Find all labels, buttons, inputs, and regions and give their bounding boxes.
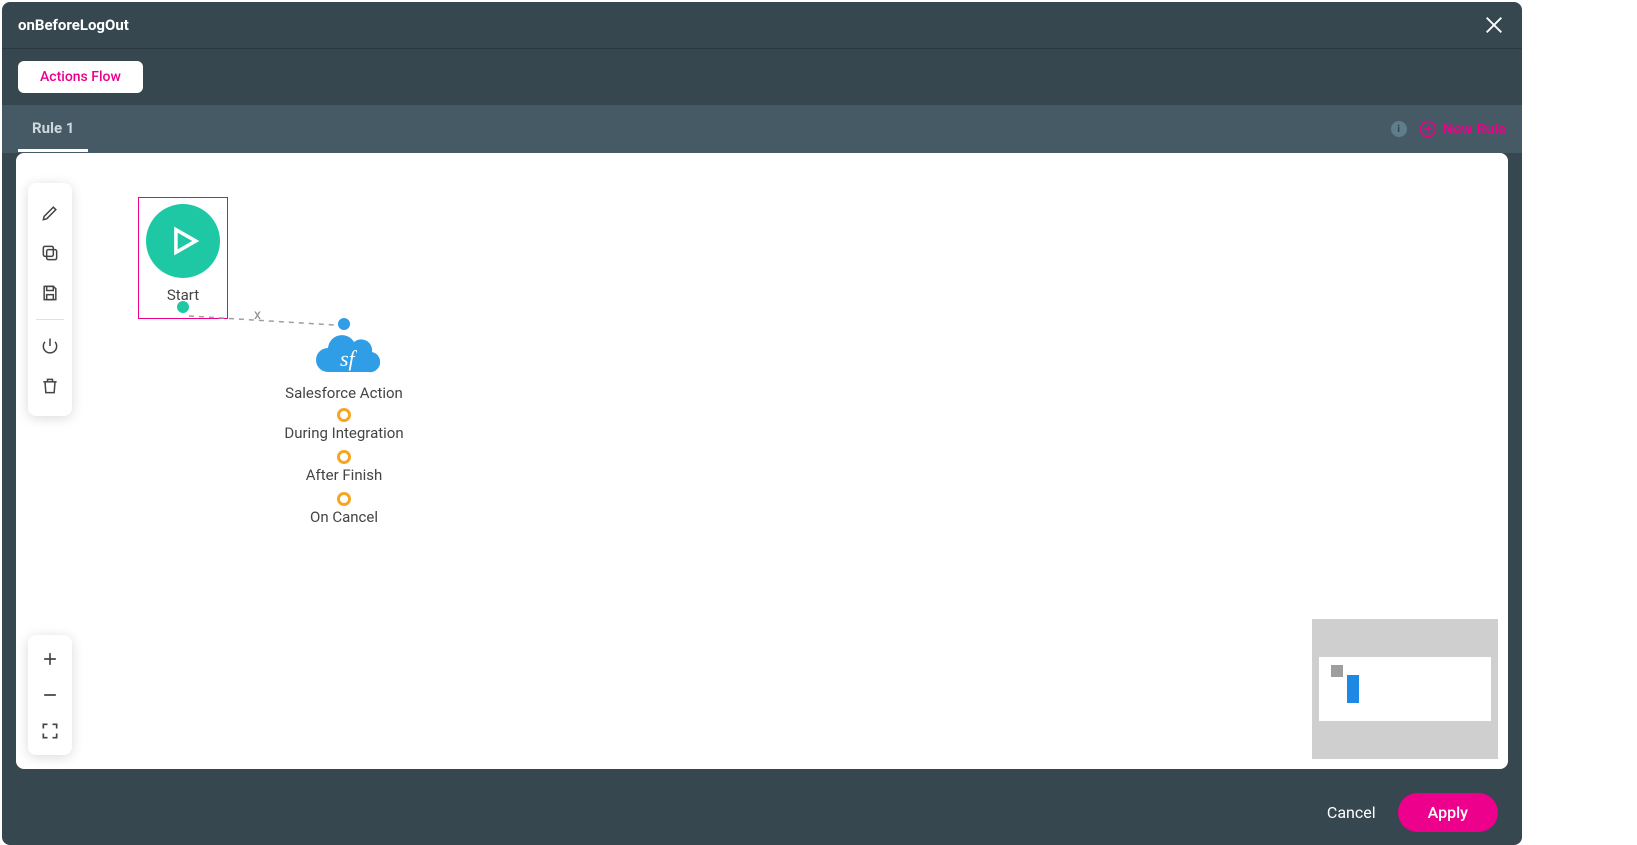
play-icon xyxy=(166,224,200,258)
minus-icon xyxy=(40,685,60,705)
fullscreen-icon xyxy=(40,721,60,741)
close-button[interactable] xyxy=(1480,11,1508,39)
cloud-icon: sf xyxy=(308,332,380,380)
minimap[interactable] xyxy=(1312,619,1498,759)
modal-header: onBeforeLogOut xyxy=(2,2,1522,49)
sf-node-input-port[interactable] xyxy=(338,318,350,330)
node-toolbar xyxy=(28,183,72,416)
modal: onBeforeLogOut Actions Flow Rule 1 i New… xyxy=(2,2,1522,845)
power-button[interactable] xyxy=(34,330,66,362)
modal-title: onBeforeLogOut xyxy=(18,16,129,34)
cancel-button[interactable]: Cancel xyxy=(1327,803,1376,822)
minimap-node-start xyxy=(1331,665,1343,677)
minimap-node-sf xyxy=(1347,675,1359,703)
flow-canvas[interactable]: Start x sf Salesforce Action During Inte… xyxy=(16,153,1508,769)
power-icon xyxy=(40,336,60,356)
fit-button[interactable] xyxy=(34,715,66,747)
pencil-icon xyxy=(40,203,60,223)
plus-circle-icon xyxy=(1419,120,1437,138)
zoom-toolbar xyxy=(28,635,72,755)
save-icon xyxy=(40,283,60,303)
minimap-viewport xyxy=(1319,657,1491,721)
zoom-in-button[interactable] xyxy=(34,643,66,675)
connector-delete-button[interactable]: x xyxy=(254,307,261,323)
save-button[interactable] xyxy=(34,277,66,309)
sf-port-cancel[interactable] xyxy=(337,492,351,506)
modal-footer: Cancel Apply xyxy=(2,779,1522,845)
zoom-out-button[interactable] xyxy=(34,679,66,711)
sf-port-during-label: During Integration xyxy=(284,424,403,442)
plus-icon xyxy=(40,649,60,669)
sf-port-cancel-label: On Cancel xyxy=(310,508,378,526)
separator xyxy=(36,319,64,320)
sf-node-label: Salesforce Action xyxy=(285,384,403,402)
salesforce-action-node[interactable]: sf Salesforce Action During Integration … xyxy=(268,318,420,532)
rule-tab-bar: Rule 1 i New Rule xyxy=(2,105,1522,153)
new-rule-label: New Rule xyxy=(1443,120,1506,138)
start-node-icon xyxy=(146,204,220,278)
delete-button[interactable] xyxy=(34,370,66,402)
flow-tab-bar: Actions Flow xyxy=(2,49,1522,105)
apply-button[interactable]: Apply xyxy=(1398,793,1498,832)
close-icon xyxy=(1483,14,1505,36)
edit-button[interactable] xyxy=(34,197,66,229)
trash-icon xyxy=(40,376,60,396)
sf-port-during[interactable] xyxy=(337,408,351,422)
new-rule-button[interactable]: New Rule xyxy=(1419,120,1506,138)
tab-actions-flow[interactable]: Actions Flow xyxy=(18,61,143,93)
info-button[interactable]: i xyxy=(1391,121,1407,137)
tab-rule-1[interactable]: Rule 1 xyxy=(18,107,88,152)
copy-icon xyxy=(40,243,60,263)
sf-port-after-label: After Finish xyxy=(306,466,383,484)
sf-port-after[interactable] xyxy=(337,450,351,464)
start-node[interactable]: Start xyxy=(138,197,228,319)
copy-button[interactable] xyxy=(34,237,66,269)
start-node-port[interactable] xyxy=(177,301,189,313)
